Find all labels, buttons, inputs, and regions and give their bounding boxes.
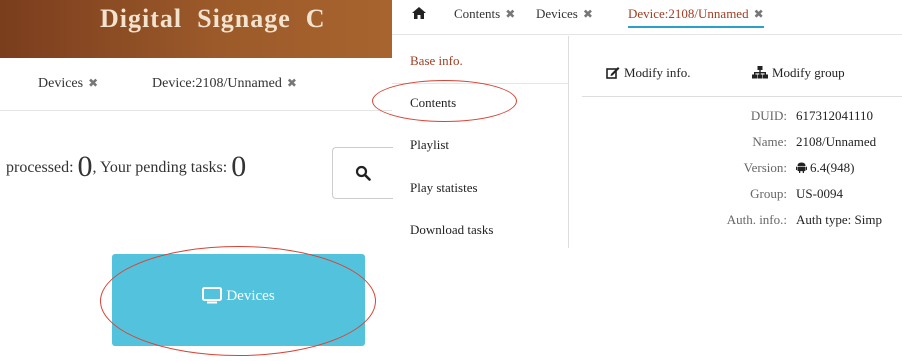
tab-devices-label: Devices (536, 6, 578, 21)
modify-group-label: Modify group (772, 65, 845, 80)
pending-label: Your pending tasks: (99, 159, 228, 176)
left-tab-bar: Devices ✖ Device:2108/Unnamed ✖ (0, 58, 392, 111)
info-row-version: Version: 6.4(948) (582, 160, 902, 182)
tab-devices[interactable]: Devices ✖ (536, 6, 593, 22)
modify-info-label: Modify info. (624, 65, 691, 80)
tab-contents-label: Contents (454, 6, 501, 21)
version-text: 6.4(948) (810, 160, 855, 175)
left-screenshot: Digital Signage C Devices ✖ Device:2108/U… (0, 0, 393, 361)
close-icon[interactable]: ✖ (505, 7, 515, 21)
name-label: Name: (752, 134, 787, 149)
menu-item-playlist[interactable]: Playlist (410, 137, 449, 153)
version-value: 6.4(948) (796, 160, 854, 176)
processed-count: 0 (77, 150, 93, 183)
action-bar: Modify info. Modify group (582, 36, 902, 97)
close-icon[interactable]: ✖ (88, 76, 98, 90)
task-summary: processed: 0, Your pending tasks: 0 (6, 150, 246, 184)
right-screenshot: Contents ✖ Devices ✖ Device:2108/Unnamed ✖ … (372, 0, 902, 361)
close-icon[interactable]: ✖ (583, 7, 593, 21)
tab-device-2108[interactable]: Device:2108/Unnamed ✖ (628, 6, 764, 28)
processed-label: processed: (6, 159, 74, 176)
annotation-circle-contents (372, 80, 517, 122)
search-icon (355, 165, 371, 181)
close-icon[interactable]: ✖ (287, 76, 297, 90)
modify-group-button[interactable]: Modify group (752, 65, 845, 81)
info-row-auth: Auth. info.: Auth type: Simp (582, 212, 902, 234)
tab-devices[interactable]: Devices ✖ (38, 76, 98, 92)
home-icon[interactable] (412, 7, 426, 19)
menu-item-base-info[interactable]: Base info. (410, 53, 463, 69)
group-label: Group: (750, 186, 787, 201)
info-row-name: Name: 2108/Unnamed (582, 134, 902, 156)
right-tab-bar: Contents ✖ Devices ✖ Device:2108/Unnamed ✖ (392, 0, 902, 35)
tab-device-2108-label: Device:2108/Unnamed (628, 6, 749, 21)
tab-contents[interactable]: Contents ✖ (454, 6, 515, 22)
info-row-duid: DUID: 617312041110 (582, 108, 902, 130)
app-banner: Digital Signage C (0, 0, 392, 58)
edit-icon (606, 67, 620, 79)
annotation-circle-devices (100, 246, 376, 356)
search-button[interactable] (332, 147, 393, 199)
android-icon (796, 162, 807, 173)
modify-info-button[interactable]: Modify info. (606, 65, 690, 81)
auth-label: Auth. info.: (726, 212, 787, 227)
close-icon[interactable]: ✖ (754, 7, 764, 21)
sitemap-icon (752, 66, 768, 79)
menu-item-play-statistes[interactable]: Play statistes (410, 180, 478, 196)
version-label: Version: (743, 160, 787, 175)
tab-device-2108-label: Device:2108/Unnamed (152, 76, 282, 91)
duid-value: 617312041110 (796, 108, 874, 123)
auth-value: Auth type: Simp (796, 212, 882, 227)
menu-item-download-tasks[interactable]: Download tasks (410, 222, 493, 238)
duid-label: DUID: (750, 108, 787, 123)
device-menu: Base info. Contents Playlist Play statis… (392, 36, 569, 248)
tab-device-2108[interactable]: Device:2108/Unnamed ✖ (152, 76, 297, 92)
info-row-group: Group: US-0094 (582, 186, 902, 208)
app-title: Digital Signage C (100, 4, 326, 33)
task-separator: , (92, 159, 97, 176)
name-value: 2108/Unnamed (796, 134, 877, 149)
pending-count: 0 (231, 150, 247, 183)
tab-devices-label: Devices (38, 76, 84, 91)
group-value: US-0094 (796, 186, 843, 201)
